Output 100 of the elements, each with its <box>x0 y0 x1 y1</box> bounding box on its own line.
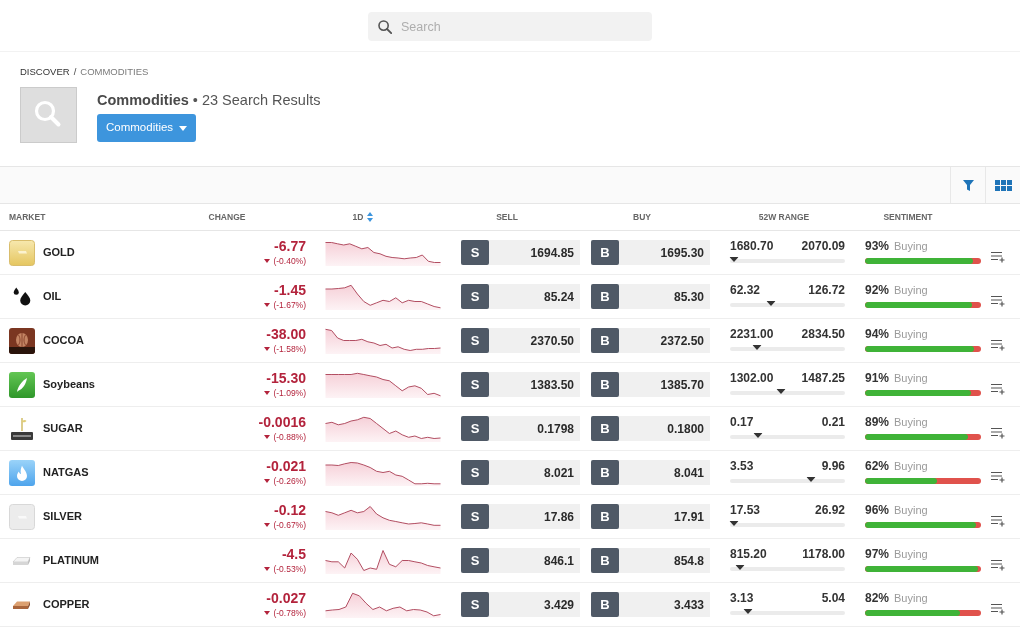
list-plus-icon[interactable] <box>991 338 1005 351</box>
price-change: -0.0016 <box>258 414 306 430</box>
range-high: 9.96 <box>821 459 845 473</box>
percent-change: (-0.40%) <box>273 256 306 266</box>
flag-on-bar-icon <box>10 416 34 441</box>
column-header[interactable]: BUY <box>633 212 651 222</box>
range-high: 5.04 <box>821 591 845 605</box>
buy-button[interactable]: B 1695.30 <box>591 240 710 265</box>
breadcrumb-separator: / <box>73 66 77 78</box>
percent-change: (-0.67%) <box>273 520 306 530</box>
results-count: • 23 Search Results <box>192 91 321 110</box>
list-plus-icon[interactable] <box>991 426 1005 439</box>
filter-icon <box>962 179 974 191</box>
range-high: 126.72 <box>808 283 845 297</box>
market-name[interactable]: NATGAS <box>43 464 89 481</box>
sentiment-label: Buying <box>894 326 928 341</box>
price-change: -0.12 <box>274 502 306 518</box>
price-change: -1.45 <box>274 282 306 298</box>
market-name[interactable]: COCOA <box>43 332 84 349</box>
column-header[interactable]: SENTIMENT <box>883 212 933 222</box>
range-low: 2231.00 <box>730 327 774 341</box>
buy-button[interactable]: B 1385.70 <box>591 372 710 397</box>
sentiment-label: Buying <box>894 282 928 297</box>
ingot-icon <box>12 599 32 610</box>
buy-button[interactable]: B 854.8 <box>591 548 710 573</box>
buy-button[interactable]: B 8.041 <box>591 460 710 485</box>
price-change: -0.027 <box>266 590 306 606</box>
cocoa-pod-icon <box>9 327 35 354</box>
range-high: 1487.25 <box>801 371 845 385</box>
price-change: -6.77 <box>274 238 306 254</box>
price-change: -38.00 <box>266 326 306 342</box>
list-plus-icon[interactable] <box>991 382 1005 395</box>
market-name[interactable]: SUGAR <box>43 420 83 437</box>
sentiment-percent: 96% <box>865 502 890 517</box>
buy-button[interactable]: B 85.30 <box>591 284 710 309</box>
sell-button[interactable]: S 17.86 <box>461 504 580 529</box>
ingot-icon <box>9 239 35 266</box>
market-name[interactable]: OIL <box>43 288 62 305</box>
list-plus-icon[interactable] <box>991 602 1005 615</box>
sentiment-percent: 91% <box>865 370 890 385</box>
breadcrumb-link[interactable]: COMMODITIES <box>80 66 149 78</box>
buy-button[interactable]: B 0.1800 <box>591 416 710 441</box>
price-change: -15.30 <box>266 370 306 386</box>
column-header[interactable]: CHANGE <box>208 212 246 222</box>
sell-button[interactable]: S 85.24 <box>461 284 580 309</box>
list-plus-icon[interactable] <box>991 558 1005 571</box>
range-low: 17.53 <box>730 503 761 517</box>
column-header[interactable]: 52W RANGE <box>758 212 810 222</box>
list-plus-icon[interactable] <box>991 250 1005 263</box>
column-header[interactable]: MARKET <box>9 212 46 222</box>
breadcrumb-link[interactable]: DISCOVER <box>20 66 70 78</box>
buy-button[interactable]: B 2372.50 <box>591 328 710 353</box>
sentiment-percent: 97% <box>865 546 890 561</box>
market-name[interactable]: GOLD <box>43 244 75 261</box>
range-low: 62.32 <box>730 283 761 297</box>
ingot-icon <box>12 555 32 566</box>
sentiment-label: Buying <box>894 370 928 385</box>
sell-button[interactable]: S 2370.50 <box>461 328 580 353</box>
list-plus-icon[interactable] <box>991 514 1005 527</box>
search-field[interactable]: Search <box>368 12 652 41</box>
range-high: 26.92 <box>814 503 845 517</box>
range-low: 3.13 <box>730 591 754 605</box>
sentiment-percent: 92% <box>865 282 890 297</box>
range-low: 815.20 <box>730 547 767 561</box>
caret-down-icon <box>179 125 187 131</box>
market-name[interactable]: COPPER <box>43 596 90 613</box>
flame-icon <box>9 459 35 486</box>
column-header[interactable]: SELL <box>496 212 518 222</box>
sentiment-label: Buying <box>894 458 928 473</box>
sell-button[interactable]: S 1383.50 <box>461 372 580 397</box>
ingot-icon <box>9 503 35 530</box>
range-low: 1302.00 <box>730 371 774 385</box>
market-name[interactable]: PLATINUM <box>43 552 99 569</box>
sentiment-percent: 93% <box>865 238 890 253</box>
column-header[interactable]: 1D <box>352 212 374 222</box>
search-thumbnail-icon <box>20 87 77 143</box>
range-low: 3.53 <box>730 459 754 473</box>
buy-button[interactable]: B 3.433 <box>591 592 710 617</box>
percent-change: (-1.67%) <box>273 300 306 310</box>
list-plus-icon[interactable] <box>991 294 1005 307</box>
market-name[interactable]: SILVER <box>43 508 82 525</box>
percent-change: (-1.58%) <box>273 344 306 354</box>
sell-button[interactable]: S 0.1798 <box>461 416 580 441</box>
range-high: 0.21 <box>821 415 845 429</box>
sell-button[interactable]: S 1694.85 <box>461 240 580 265</box>
market-name[interactable]: Soybeans <box>43 376 95 393</box>
oil-drops-icon <box>13 287 31 306</box>
leaf-icon <box>9 371 35 398</box>
sentiment-label: Buying <box>894 590 928 605</box>
sentiment-percent: 94% <box>865 326 890 341</box>
sentiment-label: Buying <box>894 502 928 517</box>
sell-button[interactable]: S 3.429 <box>461 592 580 617</box>
list-plus-icon[interactable] <box>991 470 1005 483</box>
sell-button[interactable]: S 8.021 <box>461 460 580 485</box>
buy-button[interactable]: B 17.91 <box>591 504 710 529</box>
sell-button[interactable]: S 846.1 <box>461 548 580 573</box>
sentiment-label: Buying <box>894 546 928 561</box>
sentiment-label: Buying <box>894 238 928 253</box>
sentiment-label: Buying <box>894 414 928 429</box>
range-high: 1178.00 <box>802 547 845 561</box>
